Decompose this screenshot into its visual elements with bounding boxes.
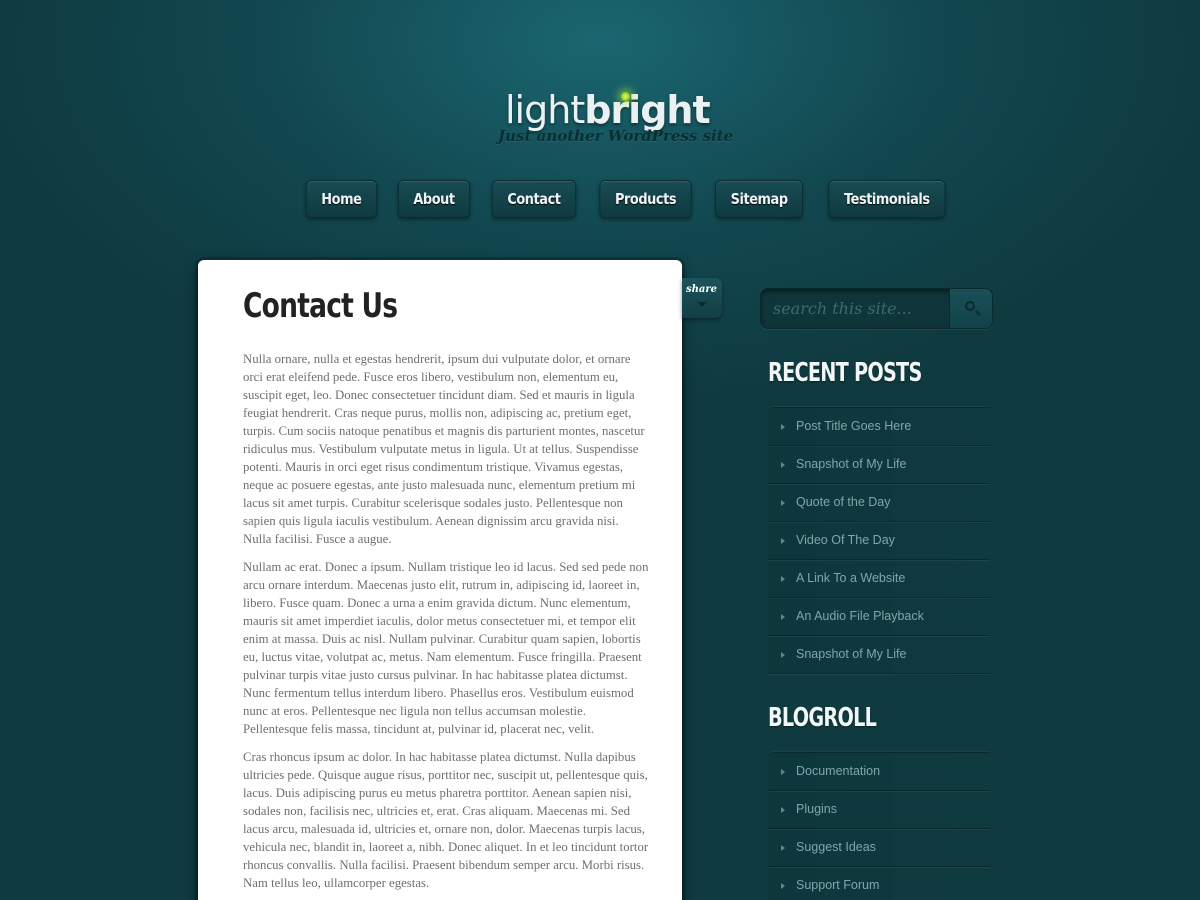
main-nav: Home About Contact Products Sitemap Test… bbox=[300, 180, 955, 218]
blogroll-list: Documentation Plugins Suggest Ideas Supp… bbox=[768, 752, 990, 900]
content-card: Contact Us Nulla ornare, nulla et egesta… bbox=[198, 260, 682, 900]
blogroll-title: BLOGROLL bbox=[768, 703, 877, 733]
nav-about[interactable]: About bbox=[397, 180, 470, 218]
share-button[interactable]: share bbox=[682, 278, 722, 318]
search-form bbox=[760, 288, 993, 329]
site-tagline: Just another WordPress site bbox=[498, 127, 734, 145]
caret-down-icon bbox=[697, 302, 707, 307]
glowing-dot-icon bbox=[621, 92, 630, 101]
logo-wordmark: lightbright bbox=[505, 88, 711, 132]
recent-post-link[interactable]: A Link To a Website bbox=[768, 560, 990, 598]
nav-testimonials[interactable]: Testimonials bbox=[828, 180, 946, 218]
search-input[interactable] bbox=[761, 289, 949, 328]
nav-contact[interactable]: Contact bbox=[491, 180, 576, 218]
recent-post-link[interactable]: Post Title Goes Here bbox=[768, 408, 990, 446]
recent-posts-list: Post Title Goes Here Snapshot of My Life… bbox=[768, 407, 990, 674]
page-title: Contact Us bbox=[243, 286, 398, 326]
recent-posts-title: RECENT POSTS bbox=[768, 358, 922, 388]
content-paragraph: Nulla ornare, nulla et egestas hendrerit… bbox=[243, 352, 645, 546]
share-label: share bbox=[686, 284, 718, 295]
content-paragraph: Nullam ac erat. Donec a ipsum. Nullam tr… bbox=[243, 560, 649, 736]
search-icon bbox=[965, 301, 975, 311]
blogroll-link[interactable]: Suggest Ideas bbox=[768, 829, 990, 867]
recent-post-link[interactable]: Snapshot of My Life bbox=[768, 446, 990, 484]
search-button[interactable] bbox=[949, 289, 992, 328]
content-paragraph: Cras rhoncus ipsum ac dolor. In hac habi… bbox=[243, 750, 649, 890]
recent-post-link[interactable]: An Audio File Playback bbox=[768, 598, 990, 636]
recent-post-link[interactable]: Video Of The Day bbox=[768, 522, 990, 560]
recent-post-link[interactable]: Quote of the Day bbox=[768, 484, 990, 522]
recent-post-link[interactable]: Snapshot of My Life bbox=[768, 636, 990, 674]
nav-products[interactable]: Products bbox=[599, 180, 692, 218]
blogroll-link[interactable]: Support Forum bbox=[768, 867, 990, 900]
blogroll-link[interactable]: Documentation bbox=[768, 753, 990, 791]
blogroll-link[interactable]: Plugins bbox=[768, 791, 990, 829]
nav-sitemap[interactable]: Sitemap bbox=[714, 180, 803, 218]
logo-light-text: light bbox=[505, 88, 585, 132]
nav-home[interactable]: Home bbox=[305, 180, 377, 218]
logo-bright-text: bright bbox=[584, 88, 710, 132]
